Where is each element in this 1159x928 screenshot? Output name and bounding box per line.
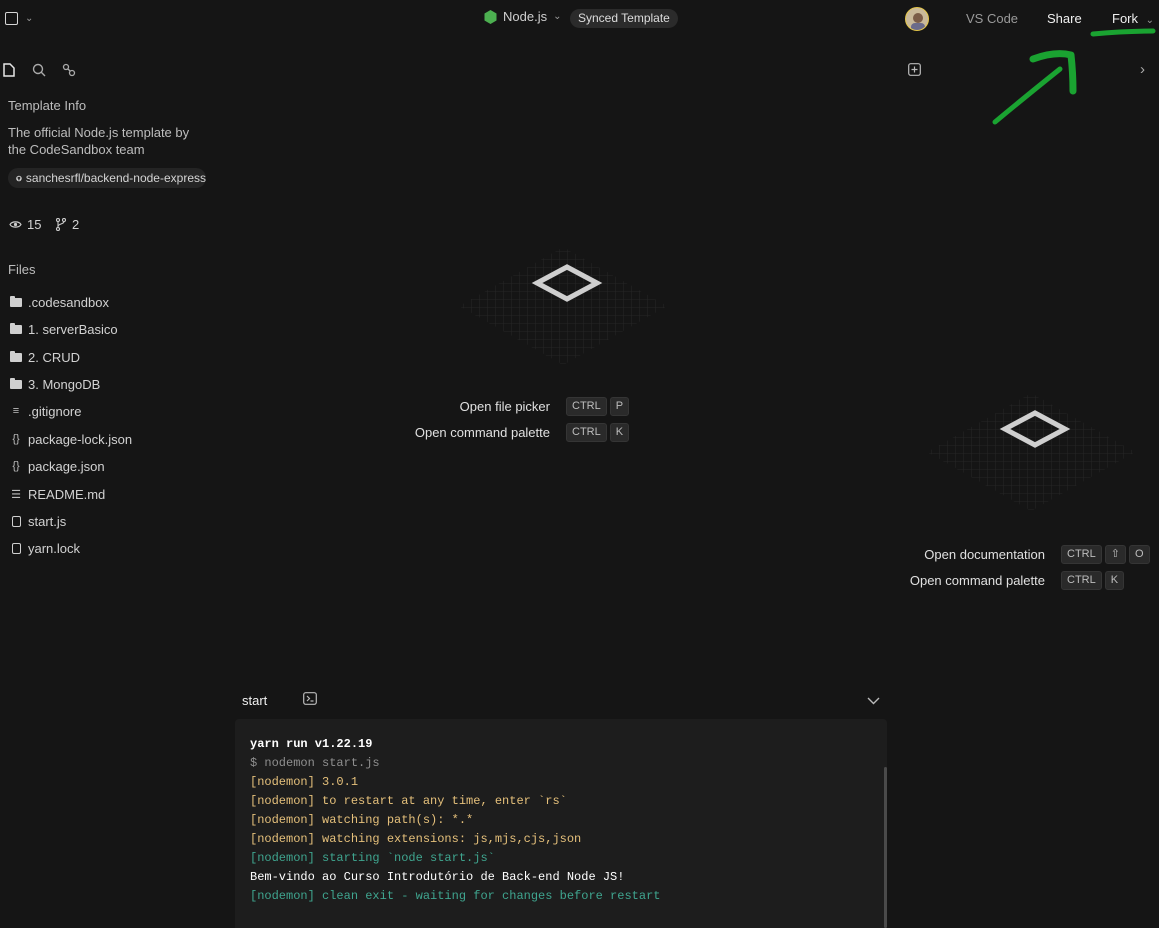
file-name: 2. CRUD [28, 349, 81, 365]
chevron-down-icon: ⌄ [553, 11, 562, 22]
shortcut-label: Open command palette [414, 425, 550, 440]
terminal-scrollbar[interactable] [884, 767, 887, 928]
editor-placeholder-illustration [459, 247, 667, 365]
template-info-title: Template Info [8, 98, 87, 113]
file-icon [11, 542, 21, 554]
nodejs-icon [484, 9, 497, 24]
repo-name: sanchesrfl/backend-node-express [25, 171, 206, 185]
shortcut-label: Open command palette [909, 573, 1045, 588]
fork-button[interactable]: Fork ⌄ [1112, 11, 1154, 26]
file-tree-item[interactable]: 1. serverBasico [10, 320, 118, 338]
preview-placeholder-illustration [927, 393, 1135, 511]
braces-icon: {} [12, 433, 20, 445]
dependencies-icon[interactable] [62, 63, 76, 80]
forks-value: 2 [72, 217, 80, 232]
eye-icon [9, 221, 22, 228]
key-badge: CTRL [1061, 571, 1102, 590]
share-button[interactable]: Share [1047, 11, 1082, 26]
file-name: start.js [28, 513, 67, 529]
terminal-header: start [235, 688, 887, 714]
synced-template-badge: Synced Template [570, 9, 678, 28]
file-name: 3. MongoDB [28, 376, 101, 392]
braces-icon: {} [12, 460, 20, 472]
fork-label: Fork [1112, 11, 1138, 26]
vscode-button[interactable]: VS Code [966, 11, 1018, 26]
shortcut-command-palette[interactable]: Open command palette CTRL K [400, 423, 630, 442]
avatar[interactable] [905, 7, 929, 31]
views-value: 15 [27, 217, 42, 232]
lines-icon: ≡ [12, 405, 20, 417]
collapse-terminal-icon[interactable] [867, 693, 880, 708]
search-icon[interactable] [32, 63, 46, 80]
folder-icon [10, 322, 22, 334]
template-name: Node.js [503, 9, 548, 24]
file-name: package-lock.json [28, 431, 133, 447]
terminal-line: [nodemon] clean exit - waiting for chang… [250, 889, 661, 903]
key-badge: CTRL [1061, 545, 1102, 564]
add-preview-icon[interactable] [908, 63, 921, 79]
file-tree-item[interactable]: {} package.json [10, 457, 105, 475]
folder-icon [10, 350, 22, 362]
terminal-line: [nodemon] to restart at any time, enter … [250, 794, 567, 808]
file-tree-item[interactable]: ☰ README.md [10, 485, 105, 503]
folder-icon [10, 295, 22, 307]
terminal-output[interactable]: yarn run v1.22.19 $ nodemon start.js [no… [235, 719, 887, 928]
file-tree-item[interactable]: .codesandbox [10, 293, 109, 311]
key-badge: K [1104, 571, 1125, 590]
file-name: 1. serverBasico [28, 321, 118, 337]
shortcut-label: Open documentation [924, 547, 1045, 562]
file-tree-item[interactable]: start.js [10, 512, 66, 530]
file-name: yarn.lock [28, 540, 81, 556]
terminal-line: [nodemon] 3.0.1 [250, 775, 359, 789]
markdown-icon: ☰ [11, 488, 21, 501]
file-tree-item[interactable]: 3. MongoDB [10, 375, 100, 393]
file-name: .gitignore [28, 403, 82, 419]
shortcut-file-picker[interactable]: Open file picker CTRL P [400, 397, 630, 416]
key-badge: CTRL [566, 423, 607, 442]
terminal-line: [nodemon] watching path(s): *.* [250, 813, 474, 827]
file-name: README.md [28, 486, 106, 502]
folder-icon [10, 377, 22, 389]
terminal-line: $ nodemon start.js [250, 756, 380, 770]
file-name: package.json [28, 458, 105, 474]
key-badge: P [609, 397, 630, 416]
key-badge: CTRL [566, 397, 607, 416]
views-count: 15 [9, 217, 41, 232]
forks-count: 2 [55, 217, 79, 232]
template-selector[interactable]: Node.js ⌄ [484, 9, 561, 24]
github-icon [16, 175, 22, 181]
chevron-right-icon[interactable]: › [1140, 61, 1145, 78]
shortcut-label: Open file picker [459, 399, 550, 414]
template-description: The official Node.js template by the Cod… [8, 125, 190, 157]
key-badge: ⇧ [1104, 545, 1126, 564]
file-tree-item[interactable]: {} package-lock.json [10, 430, 132, 448]
file-tree-item[interactable]: ≡ .gitignore [10, 402, 82, 420]
file-explorer-icon[interactable] [3, 63, 15, 80]
file-tree-item[interactable]: 2. CRUD [10, 348, 80, 366]
shortcut-documentation[interactable]: Open documentation CTRL ⇧ O [895, 545, 1150, 564]
files-title: Files [8, 262, 36, 277]
fork-icon [55, 218, 67, 231]
file-tree-item[interactable]: yarn.lock [10, 539, 80, 557]
terminal-line: [nodemon] watching extensions: js,mjs,cj… [250, 832, 582, 846]
shortcut-command-palette-preview[interactable]: Open command palette CTRL K [895, 571, 1125, 590]
chevron-down-icon[interactable]: ⌄ [25, 13, 33, 24]
menu-icon[interactable] [5, 12, 18, 25]
file-name: .codesandbox [28, 294, 109, 310]
repo-link[interactable]: sanchesrfl/backend-node-express [8, 168, 206, 188]
terminal-line: Bem-vindo ao Curso Introdutório de Back-… [250, 870, 625, 884]
terminal-line: yarn run v1.22.19 [250, 737, 373, 751]
terminal-tab[interactable]: start [242, 693, 267, 708]
key-badge: O [1128, 545, 1150, 564]
terminal-icon[interactable] [303, 692, 317, 708]
terminal-line: [nodemon] starting `node start.js` [250, 851, 495, 865]
key-badge: K [609, 423, 630, 442]
annotation-arrow-icon [992, 28, 1156, 125]
file-icon [11, 515, 21, 527]
